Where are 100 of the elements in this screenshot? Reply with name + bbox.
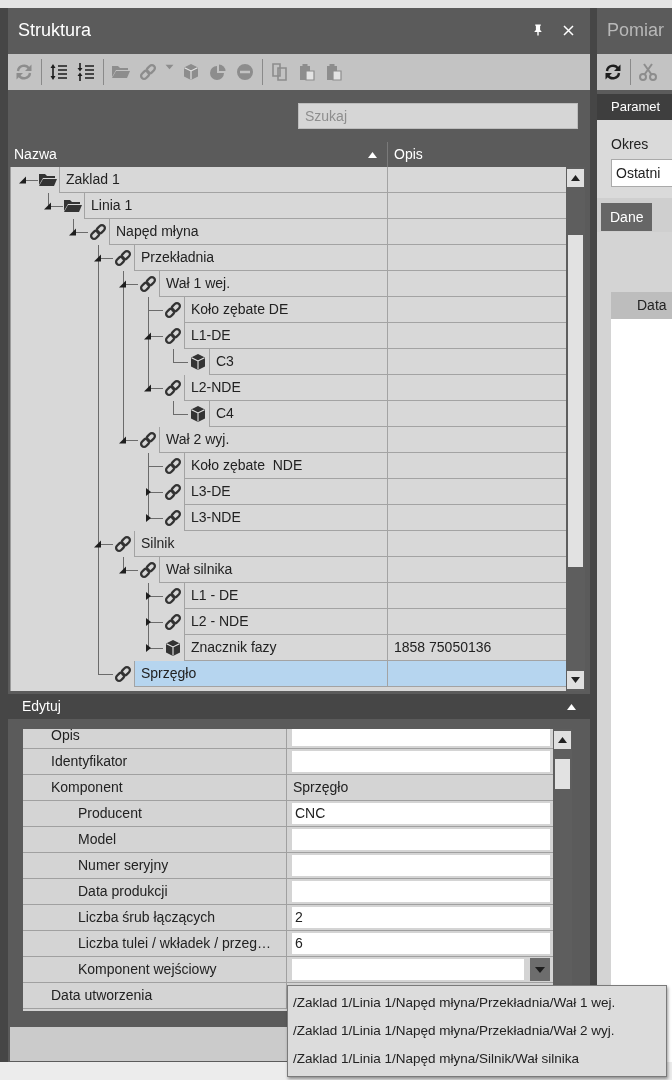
chain-link-icon (113, 248, 133, 268)
dropdown-option[interactable]: /Zaklad 1/Linia 1/Napęd młyna/Silnik/Wał silnika (288, 1045, 666, 1073)
chain-link-icon (163, 482, 183, 502)
sort-arrow-icon[interactable] (368, 151, 377, 158)
expander-icon[interactable] (144, 384, 152, 392)
arrow-up-icon (558, 737, 567, 743)
scrollbar-thumb[interactable] (555, 759, 570, 789)
expand-lines-icon[interactable] (49, 62, 69, 82)
property-label: Numer seryjny (78, 857, 169, 873)
tree-item[interactable]: Zaklad 1 (59, 167, 387, 193)
expander-icon[interactable] (119, 280, 127, 288)
property-label: Komponent (51, 779, 123, 795)
tree-item[interactable]: Linia 1 (84, 193, 387, 219)
section-title: Edytuj (22, 697, 61, 716)
dropdown-button[interactable] (530, 958, 550, 981)
chain-link-icon (113, 664, 133, 684)
expander-icon[interactable] (144, 644, 152, 652)
tree-item[interactable]: Silnik (134, 531, 387, 557)
property-label: Data utworzenia (51, 987, 153, 1003)
property-label: Producent (78, 805, 142, 821)
expander-icon[interactable] (144, 618, 152, 626)
arrow-down-icon (571, 677, 580, 683)
period-field[interactable]: Ostatni (611, 159, 672, 187)
tree-item[interactable]: Koło zębate DE (184, 297, 387, 323)
property-value: Sprzęgło (292, 778, 349, 797)
chain-link-icon (163, 456, 183, 476)
chain-link-icon (163, 612, 183, 632)
expander-icon[interactable] (144, 332, 152, 340)
chain-link-icon (138, 430, 158, 450)
property-label: Komponent wejściowy (78, 961, 217, 977)
chain-link-icon (163, 300, 183, 320)
expander-icon[interactable] (144, 592, 152, 600)
input-field[interactable] (292, 881, 550, 902)
input-field[interactable] (292, 729, 550, 746)
tree-item[interactable]: Wał 2 wyj. (159, 427, 387, 453)
column-header[interactable]: Nazwa (14, 144, 368, 165)
collapse-lines-icon[interactable] (76, 62, 96, 82)
expander-icon[interactable] (19, 176, 27, 184)
tree-item[interactable]: L3-DE (184, 479, 387, 505)
cube-icon (188, 352, 208, 372)
search-field[interactable]: Szukaj (298, 103, 578, 129)
tree-item[interactable]: Koło zębate NDE (184, 453, 387, 479)
chain-link-icon (113, 534, 133, 554)
cube-icon (188, 404, 208, 424)
expander-icon[interactable] (69, 228, 77, 236)
expander-icon[interactable] (119, 566, 127, 574)
tree-item[interactable]: Wał 1 wej. (159, 271, 387, 297)
expander-icon[interactable] (144, 514, 152, 522)
input-field[interactable]: CNC (292, 803, 550, 824)
expander-icon[interactable] (119, 436, 127, 444)
input-field[interactable] (292, 855, 550, 876)
dropdown-option[interactable]: /Zaklad 1/Linia 1/Napęd młyna/Przekładnia/Wał 2 wyj. (288, 1017, 666, 1045)
dropdown-option[interactable]: /Zaklad 1/Linia 1/Napęd młyna/Przekładnia/Wał 1 wej. (288, 989, 666, 1017)
cube-icon (163, 638, 183, 658)
expander-icon[interactable] (144, 488, 152, 496)
tree-item[interactable]: C3 (209, 349, 387, 375)
input-field[interactable]: 2 (292, 907, 550, 928)
chain-link-icon (163, 508, 183, 528)
input-field[interactable] (292, 829, 550, 850)
chain-link-icon (163, 378, 183, 398)
property-label: Identyfikator (51, 753, 128, 769)
tree-item[interactable]: Przekładnia (134, 245, 387, 271)
scrollbar-thumb[interactable] (568, 235, 583, 567)
chain-link-icon (163, 326, 183, 346)
chain-link-icon (88, 222, 108, 242)
refresh-icon[interactable] (603, 62, 623, 82)
chain-link-icon (163, 586, 183, 606)
tree-item[interactable]: Napęd młyna (109, 219, 387, 245)
panel-title: Pomiar (607, 18, 664, 42)
property-label: Liczba śrub łączących (78, 909, 215, 925)
input-field[interactable]: 6 (292, 933, 550, 954)
tree-item[interactable]: L3-NDE (184, 505, 387, 531)
chain-link-icon (138, 560, 158, 580)
scroll-up-button[interactable] (567, 169, 584, 187)
tree-item[interactable]: C4 (209, 401, 387, 427)
property-label: Model (78, 831, 117, 847)
arrow-up-icon (571, 175, 580, 181)
tab[interactable]: Dane (601, 203, 653, 231)
tree-item[interactable]: Wał silnika (159, 557, 387, 583)
property-label: Data produkcji (78, 883, 168, 899)
expander-icon[interactable] (94, 254, 102, 262)
tree-item[interactable]: Sprzęgło (134, 661, 387, 687)
tree-item[interactable]: L1-DE (184, 323, 387, 349)
panel-title: Struktura (18, 18, 93, 42)
expander-icon[interactable] (94, 540, 102, 548)
tree-item[interactable]: L2 - NDE (184, 609, 387, 635)
collapse-arrow-icon[interactable] (567, 703, 576, 710)
column-header[interactable]: Opis (394, 142, 566, 167)
property-label: Opis (51, 729, 80, 743)
property-label: Liczba tulei / wkładek / przeg… (78, 935, 271, 951)
combo-field[interactable] (292, 959, 524, 980)
input-field[interactable] (292, 751, 550, 772)
scroll-up-button[interactable] (554, 731, 571, 749)
expander-icon[interactable] (44, 202, 52, 210)
caret-icon (535, 966, 545, 973)
scroll-down-button[interactable] (567, 671, 584, 689)
tree-item[interactable]: L2-NDE (184, 375, 387, 401)
tree-item[interactable]: L1 - DE (184, 583, 387, 609)
field-label: Okres (611, 135, 650, 154)
close-icon[interactable] (561, 22, 576, 38)
